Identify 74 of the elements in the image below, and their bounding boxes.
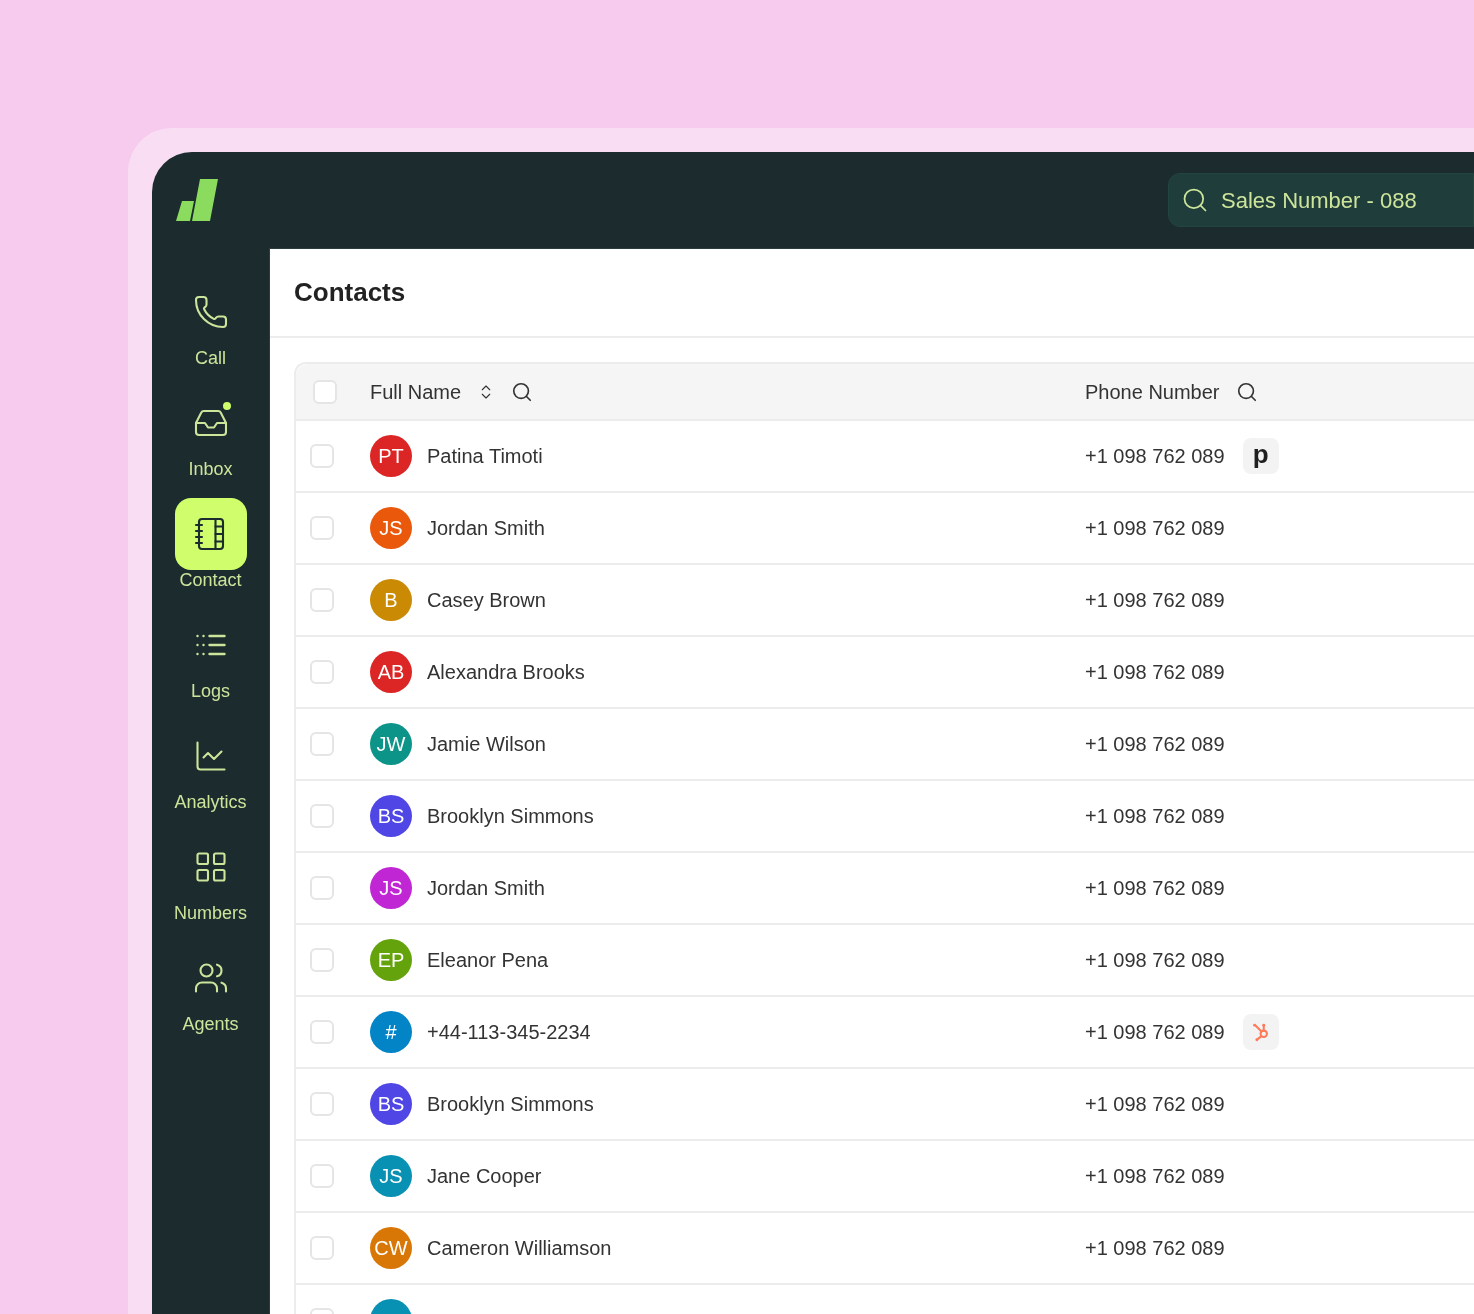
checkbox[interactable] — [310, 588, 334, 612]
contact-name: Brooklyn Simmons — [427, 1092, 594, 1117]
contact-name: Eleanor Pena — [427, 948, 549, 973]
avatar: JW — [370, 723, 412, 765]
avatar: CW — [370, 1227, 412, 1269]
column-header: Phone Number — [1085, 379, 1220, 405]
page-title: Contacts — [294, 276, 406, 309]
nav-item[interactable]: Call — [155, 276, 266, 387]
search-field[interactable]: Sales Number - 088 — [1168, 173, 1474, 227]
contact-name: Jordan Smith — [427, 876, 545, 901]
contact-name: +44-113-345-2234 — [427, 1020, 591, 1045]
nav-label: Logs — [190, 680, 230, 703]
search-icon[interactable] — [511, 380, 534, 403]
phone-number: +1 098 762 089 — [1085, 516, 1225, 541]
phone-number: +1 098 762 089 — [1085, 444, 1225, 469]
nav-item[interactable]: Contact — [155, 498, 266, 609]
phone-number: +1 098 762 089 — [1085, 588, 1225, 613]
checkbox[interactable] — [310, 1020, 334, 1044]
nav-label: Analytics — [174, 791, 247, 814]
contact-name: Brooklyn Simmons — [427, 804, 594, 829]
contact-name: Cameron Williamson — [427, 1236, 612, 1261]
nav-label: Numbers — [174, 902, 247, 925]
contact-name: Jordan Smith — [427, 516, 545, 541]
search-value: Sales Number - 088 — [1221, 186, 1417, 215]
search-icon — [1181, 186, 1209, 214]
nav-label: Contact — [179, 569, 242, 592]
phone-number: +1 098 762 089 — [1085, 660, 1225, 685]
nav-label: Inbox — [188, 458, 233, 481]
phone-number: +1 098 762 089 — [1085, 1164, 1225, 1189]
nav-label: Call — [195, 347, 226, 370]
avatar: B — [370, 579, 412, 621]
phone-number: +1 098 762 089 — [1085, 1020, 1225, 1045]
search-icon[interactable] — [1235, 380, 1258, 403]
integration-badge: p — [1242, 438, 1279, 474]
contact-name: Alexandra Brooks — [427, 660, 585, 685]
column-header: Full Name — [370, 379, 462, 405]
avatar: PT — [370, 435, 412, 477]
avatar: BS — [370, 795, 412, 837]
phone-icon — [192, 294, 229, 330]
phone-number: +1 098 762 089 — [1085, 876, 1225, 901]
contact-name: Jane Cooper — [427, 1164, 542, 1189]
checkbox[interactable] — [310, 1236, 334, 1260]
checkbox[interactable] — [310, 732, 334, 756]
checkbox[interactable] — [310, 876, 334, 900]
contact-name: Patina Timoti — [427, 444, 543, 469]
avatar: JS — [370, 1155, 412, 1197]
checkbox[interactable] — [310, 804, 334, 828]
logo-icon — [174, 177, 220, 223]
checkbox[interactable] — [310, 948, 334, 972]
nav-item[interactable]: Analytics — [155, 720, 266, 831]
avatar: JS — [370, 507, 412, 549]
checkbox[interactable] — [310, 516, 334, 540]
checkbox[interactable] — [310, 1092, 334, 1116]
nav-item[interactable]: Logs — [155, 609, 266, 720]
phone-number: +1 098 762 089 — [1085, 804, 1225, 829]
phone-number: +1 098 762 089 — [1085, 732, 1225, 757]
avatar: EP — [370, 939, 412, 981]
avatar: AB — [370, 651, 412, 693]
nav-item[interactable]: Numbers — [155, 831, 266, 942]
phone-number: +1 098 762 089 — [1085, 1092, 1225, 1117]
nav-item[interactable]: Agents — [155, 942, 266, 1053]
checkbox[interactable] — [310, 660, 334, 684]
checkbox[interactable] — [310, 1164, 334, 1188]
avatar: JS — [370, 867, 412, 909]
avatar: # — [370, 1011, 412, 1053]
avatar: BS — [370, 1083, 412, 1125]
phone-number: +1 098 762 089 — [1085, 948, 1225, 973]
checkbox[interactable] — [313, 379, 337, 404]
checkbox[interactable] — [310, 444, 334, 468]
nav-item[interactable]: Inbox — [155, 387, 266, 498]
contact-name: Jamie Wilson — [427, 732, 546, 757]
nav-label: Agents — [182, 1013, 239, 1036]
contact-name: Casey Brown — [427, 588, 546, 613]
phone-number: +1 098 762 089 — [1085, 1236, 1225, 1261]
